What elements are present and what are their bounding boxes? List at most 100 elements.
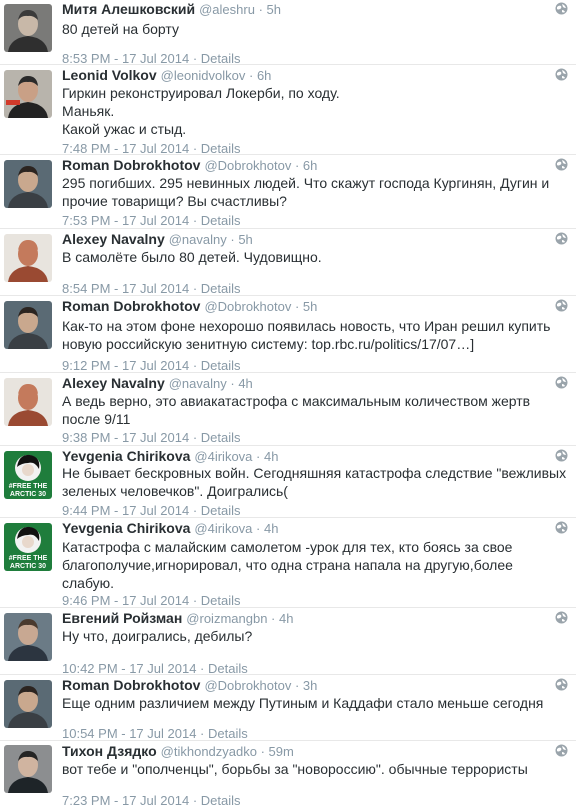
author-handle[interactable]: @roizmangbn [186, 611, 267, 626]
details-link[interactable]: Details [208, 726, 248, 741]
details-link[interactable]: Details [201, 213, 241, 228]
globe-icon[interactable] [555, 2, 568, 15]
tweet: Евгений Ройзман @roizmangbn · 4h Ну что, д… [0, 607, 576, 676]
separator-dot: · [254, 2, 267, 17]
avatar[interactable] [4, 680, 52, 728]
globe-icon[interactable] [555, 232, 568, 245]
author-name[interactable]: Leonid Volkov [62, 67, 157, 83]
separator-dot: · [189, 281, 201, 296]
separator-dot: · [196, 726, 208, 741]
avatar[interactable] [4, 301, 52, 349]
tweet-text-line: Катастрофа с малайским самолетом -урок д… [62, 539, 513, 555]
author-handle[interactable]: @leonidvolkov [161, 68, 246, 83]
tweet-timestamp[interactable]: 10:54 PM - 17 Jul 2014 [62, 726, 196, 741]
avatar[interactable]: #FREE THE ARCTIC 30 [4, 451, 52, 499]
author-name[interactable]: Alexey Navalny [62, 375, 165, 391]
details-link[interactable]: Details [201, 358, 241, 373]
author-handle[interactable]: @4irikova [194, 449, 252, 464]
tweet-text-line: прочие товарищи? Вы счастливы? [62, 193, 287, 209]
tweet-age[interactable]: 6h [303, 158, 317, 173]
tweet: Alexey Navalny @navalny · 4h А ведь верно,… [0, 372, 576, 445]
avatar[interactable] [4, 745, 52, 793]
tweet-timestamp[interactable]: 9:38 PM - 17 Jul 2014 [62, 430, 189, 445]
tweet-text-line: Не бывает бескровных войн. Сегодняшняя к… [62, 465, 567, 481]
avatar[interactable]: #FREE THE ARCTIC 30 [4, 523, 52, 571]
tweet-timestamp[interactable]: 9:44 PM - 17 Jul 2014 [62, 503, 189, 518]
author-handle[interactable]: @Dobrokhotov [204, 158, 291, 173]
globe-icon[interactable] [555, 521, 568, 534]
tweet-divider [0, 607, 576, 608]
tweet: Тихон Дзядко @tikhondzyadko · 59m вот тебе… [0, 740, 576, 808]
tweet-header: Митя Алешковский @aleshru · 5h [62, 0, 546, 18]
tweet-age[interactable]: 59m [269, 744, 294, 759]
tweet-header: Тихон Дзядко @tikhondzyadko · 59m [62, 742, 546, 760]
tweet-header: Leonid Volkov @leonidvolkov · 6h [62, 66, 546, 84]
tweet: Roman Dobrokhotov @Dobrokhotov · 5h Как-то… [0, 295, 576, 373]
globe-icon[interactable] [555, 611, 568, 624]
tweet-divider [0, 517, 576, 518]
tweet-age[interactable]: 6h [257, 68, 271, 83]
globe-icon[interactable] [555, 158, 568, 171]
avatar[interactable] [4, 160, 52, 208]
tweet-timestamp[interactable]: 8:54 PM - 17 Jul 2014 [62, 281, 189, 296]
tweet-text: Еще одним различием между Путиным и Кадд… [62, 694, 558, 712]
tweet-age[interactable]: 4h [279, 611, 293, 626]
tweet-text: Не бывает бескровных войн. Сегодняшняя к… [62, 464, 567, 500]
tweet-age[interactable]: 4h [264, 521, 278, 536]
globe-icon[interactable] [555, 678, 568, 691]
author-name[interactable]: Alexey Navalny [62, 231, 165, 247]
details-link[interactable]: Details [201, 593, 241, 608]
globe-icon[interactable] [555, 299, 568, 312]
avatar[interactable] [4, 70, 52, 118]
separator-dot: · [256, 744, 269, 759]
globe-icon[interactable] [555, 376, 568, 389]
tweet-age[interactable]: 4h [238, 376, 252, 391]
tweet: Roman Dobrokhotov @Dobrokhotov · 6h 295 по… [0, 154, 576, 228]
tweet-text-line: слабую. [62, 575, 115, 591]
author-handle[interactable]: @Dobrokhotov [204, 299, 291, 314]
author-name[interactable]: Евгений Ройзман [62, 610, 182, 626]
tweet-text-line: Какой ужас и стыд. [62, 121, 187, 137]
details-link[interactable]: Details [201, 793, 241, 808]
author-name[interactable]: Митя Алешковский [62, 1, 195, 17]
author-name[interactable]: Yevgenia Chirikova [62, 520, 190, 536]
separator-dot: · [267, 611, 279, 626]
avatar[interactable] [4, 234, 52, 282]
tweet-header: Roman Dobrokhotov @Dobrokhotov · 3h [62, 676, 546, 694]
separator-dot: · [252, 521, 264, 536]
tweet-age[interactable]: 4h [264, 449, 278, 464]
globe-icon[interactable] [555, 449, 568, 462]
tweet-timestamp[interactable]: 9:12 PM - 17 Jul 2014 [62, 358, 189, 373]
tweet-text-line: Еще одним различием между Путиным и Кадд… [62, 695, 544, 711]
separator-dot: · [189, 213, 201, 228]
author-handle[interactable]: @Dobrokhotov [204, 678, 291, 693]
author-handle[interactable]: @navalny [169, 232, 227, 247]
avatar[interactable] [4, 613, 52, 661]
tweet-age[interactable]: 5h [238, 232, 252, 247]
author-handle[interactable]: @4irikova [194, 521, 252, 536]
details-link[interactable]: Details [201, 430, 241, 445]
globe-icon[interactable] [555, 744, 568, 757]
details-link[interactable]: Details [201, 503, 241, 518]
author-handle[interactable]: @navalny [169, 376, 227, 391]
author-name[interactable]: Roman Dobrokhotov [62, 157, 200, 173]
globe-icon[interactable] [555, 68, 568, 81]
tweet: Alexey Navalny @navalny · 5h В самолёте бы… [0, 228, 576, 296]
author-name[interactable]: Roman Dobrokhotov [62, 298, 200, 314]
avatar[interactable] [4, 4, 52, 52]
avatar[interactable] [4, 378, 52, 426]
tweet-divider [0, 154, 576, 155]
author-name[interactable]: Roman Dobrokhotov [62, 677, 200, 693]
tweet-timestamp[interactable]: 9:46 PM - 17 Jul 2014 [62, 593, 189, 608]
author-name[interactable]: Yevgenia Chirikova [62, 448, 190, 464]
tweet-timestamp[interactable]: 7:53 PM - 17 Jul 2014 [62, 213, 189, 228]
author-handle[interactable]: @tikhondzyadko [161, 744, 257, 759]
tweet-age[interactable]: 3h [303, 678, 317, 693]
author-handle[interactable]: @aleshru [199, 2, 255, 17]
tweet-timestamp[interactable]: 7:23 PM - 17 Jul 2014 [62, 793, 189, 808]
tweet-age[interactable]: 5h [303, 299, 317, 314]
details-link[interactable]: Details [201, 281, 241, 296]
author-name[interactable]: Тихон Дзядко [62, 743, 157, 759]
tweet-age[interactable]: 5h [267, 2, 281, 17]
separator-dot: · [245, 68, 257, 83]
